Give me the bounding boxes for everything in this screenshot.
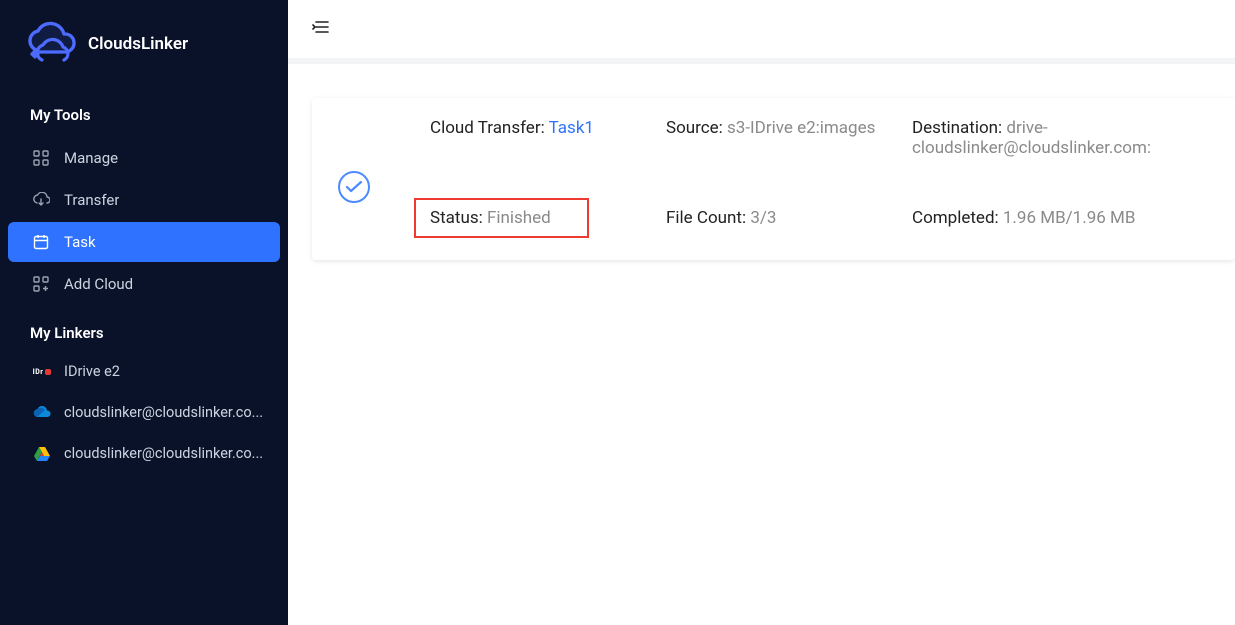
- add-grid-icon: [32, 275, 50, 293]
- linker-label: cloudslinker@cloudslinker.co...: [64, 445, 263, 462]
- task-transfer-name[interactable]: Task1: [549, 118, 594, 138]
- grid-icon: [32, 149, 50, 167]
- task-filecount-label: File Count:: [666, 208, 750, 228]
- sidebar-section-mytools: My Tools: [0, 92, 288, 134]
- idrive-e2-icon: IDr: [32, 364, 52, 380]
- task-card[interactable]: Cloud Transfer: Task1 Source: s3-IDrive …: [312, 98, 1235, 260]
- task-filecount-cell: File Count: 3/3: [666, 208, 896, 228]
- sidebar-item-transfer[interactable]: Transfer: [8, 180, 280, 220]
- sidebar-item-label: Transfer: [64, 191, 119, 209]
- sidebar-item-task[interactable]: Task: [8, 222, 280, 262]
- task-status-cell: Status: Finished: [430, 198, 650, 238]
- sidebar-item-label: Manage: [64, 149, 118, 167]
- linker-label: IDrive e2: [64, 363, 120, 380]
- sidebar-item-label: Add Cloud: [64, 275, 133, 293]
- main-area: Cloud Transfer: Task1 Source: s3-IDrive …: [288, 0, 1235, 625]
- sidebar: CloudsLinker My Tools Manage Transfer: [0, 0, 288, 625]
- topbar: [288, 0, 1235, 58]
- nav-list-tools: Manage Transfer Task: [0, 134, 288, 310]
- task-completed-cell: Completed: 1.96 MB/1.96 MB: [912, 208, 1215, 228]
- app-name: CloudsLinker: [88, 34, 188, 54]
- calendar-icon: [32, 233, 50, 251]
- collapse-sidebar-icon[interactable]: [312, 19, 330, 39]
- task-source-label: Source:: [666, 118, 727, 138]
- task-transfer-cell: Cloud Transfer: Task1: [430, 118, 650, 158]
- linker-item-gdrive[interactable]: cloudslinker@cloudslinker.co...: [8, 434, 280, 473]
- content-area: Cloud Transfer: Task1 Source: s3-IDrive …: [288, 64, 1235, 260]
- task-status-value: Finished: [487, 208, 551, 228]
- task-source-value: s3-IDrive e2:images: [727, 118, 875, 138]
- google-drive-icon: [32, 446, 52, 462]
- sidebar-item-manage[interactable]: Manage: [8, 138, 280, 178]
- task-dest-cell: Destination: drive-cloudslinker@cloudsli…: [912, 118, 1215, 158]
- task-status-label: Status:: [430, 208, 487, 228]
- status-highlight-box: Status: Finished: [414, 198, 589, 238]
- logo-row: CloudsLinker: [0, 10, 288, 92]
- sidebar-item-label: Task: [64, 233, 96, 251]
- linker-item-idrive[interactable]: IDr IDrive e2: [8, 352, 280, 391]
- task-grid: Cloud Transfer: Task1 Source: s3-IDrive …: [430, 118, 1215, 238]
- linker-label: cloudslinker@cloudslinker.co...: [64, 404, 263, 421]
- task-transfer-label: Cloud Transfer:: [430, 118, 549, 138]
- nav-list-linkers: IDr IDrive e2 cloudslinker@cloudslinker.…: [0, 352, 288, 473]
- task-source-cell: Source: s3-IDrive e2:images: [666, 118, 896, 158]
- sidebar-item-addcloud[interactable]: Add Cloud: [8, 264, 280, 304]
- onedrive-icon: [32, 405, 52, 421]
- task-dest-label: Destination:: [912, 118, 1006, 138]
- linker-item-onedrive[interactable]: cloudslinker@cloudslinker.co...: [8, 393, 280, 432]
- cloud-transfer-icon: [32, 191, 50, 209]
- task-completed-value: 1.96 MB/1.96 MB: [1003, 208, 1136, 228]
- cloudslinker-logo-icon: [20, 20, 80, 68]
- sidebar-section-mylinkers: My Linkers: [0, 310, 288, 352]
- task-completed-label: Completed:: [912, 208, 1003, 228]
- task-filecount-value: 3/3: [750, 208, 776, 228]
- task-complete-check-icon: [338, 171, 370, 203]
